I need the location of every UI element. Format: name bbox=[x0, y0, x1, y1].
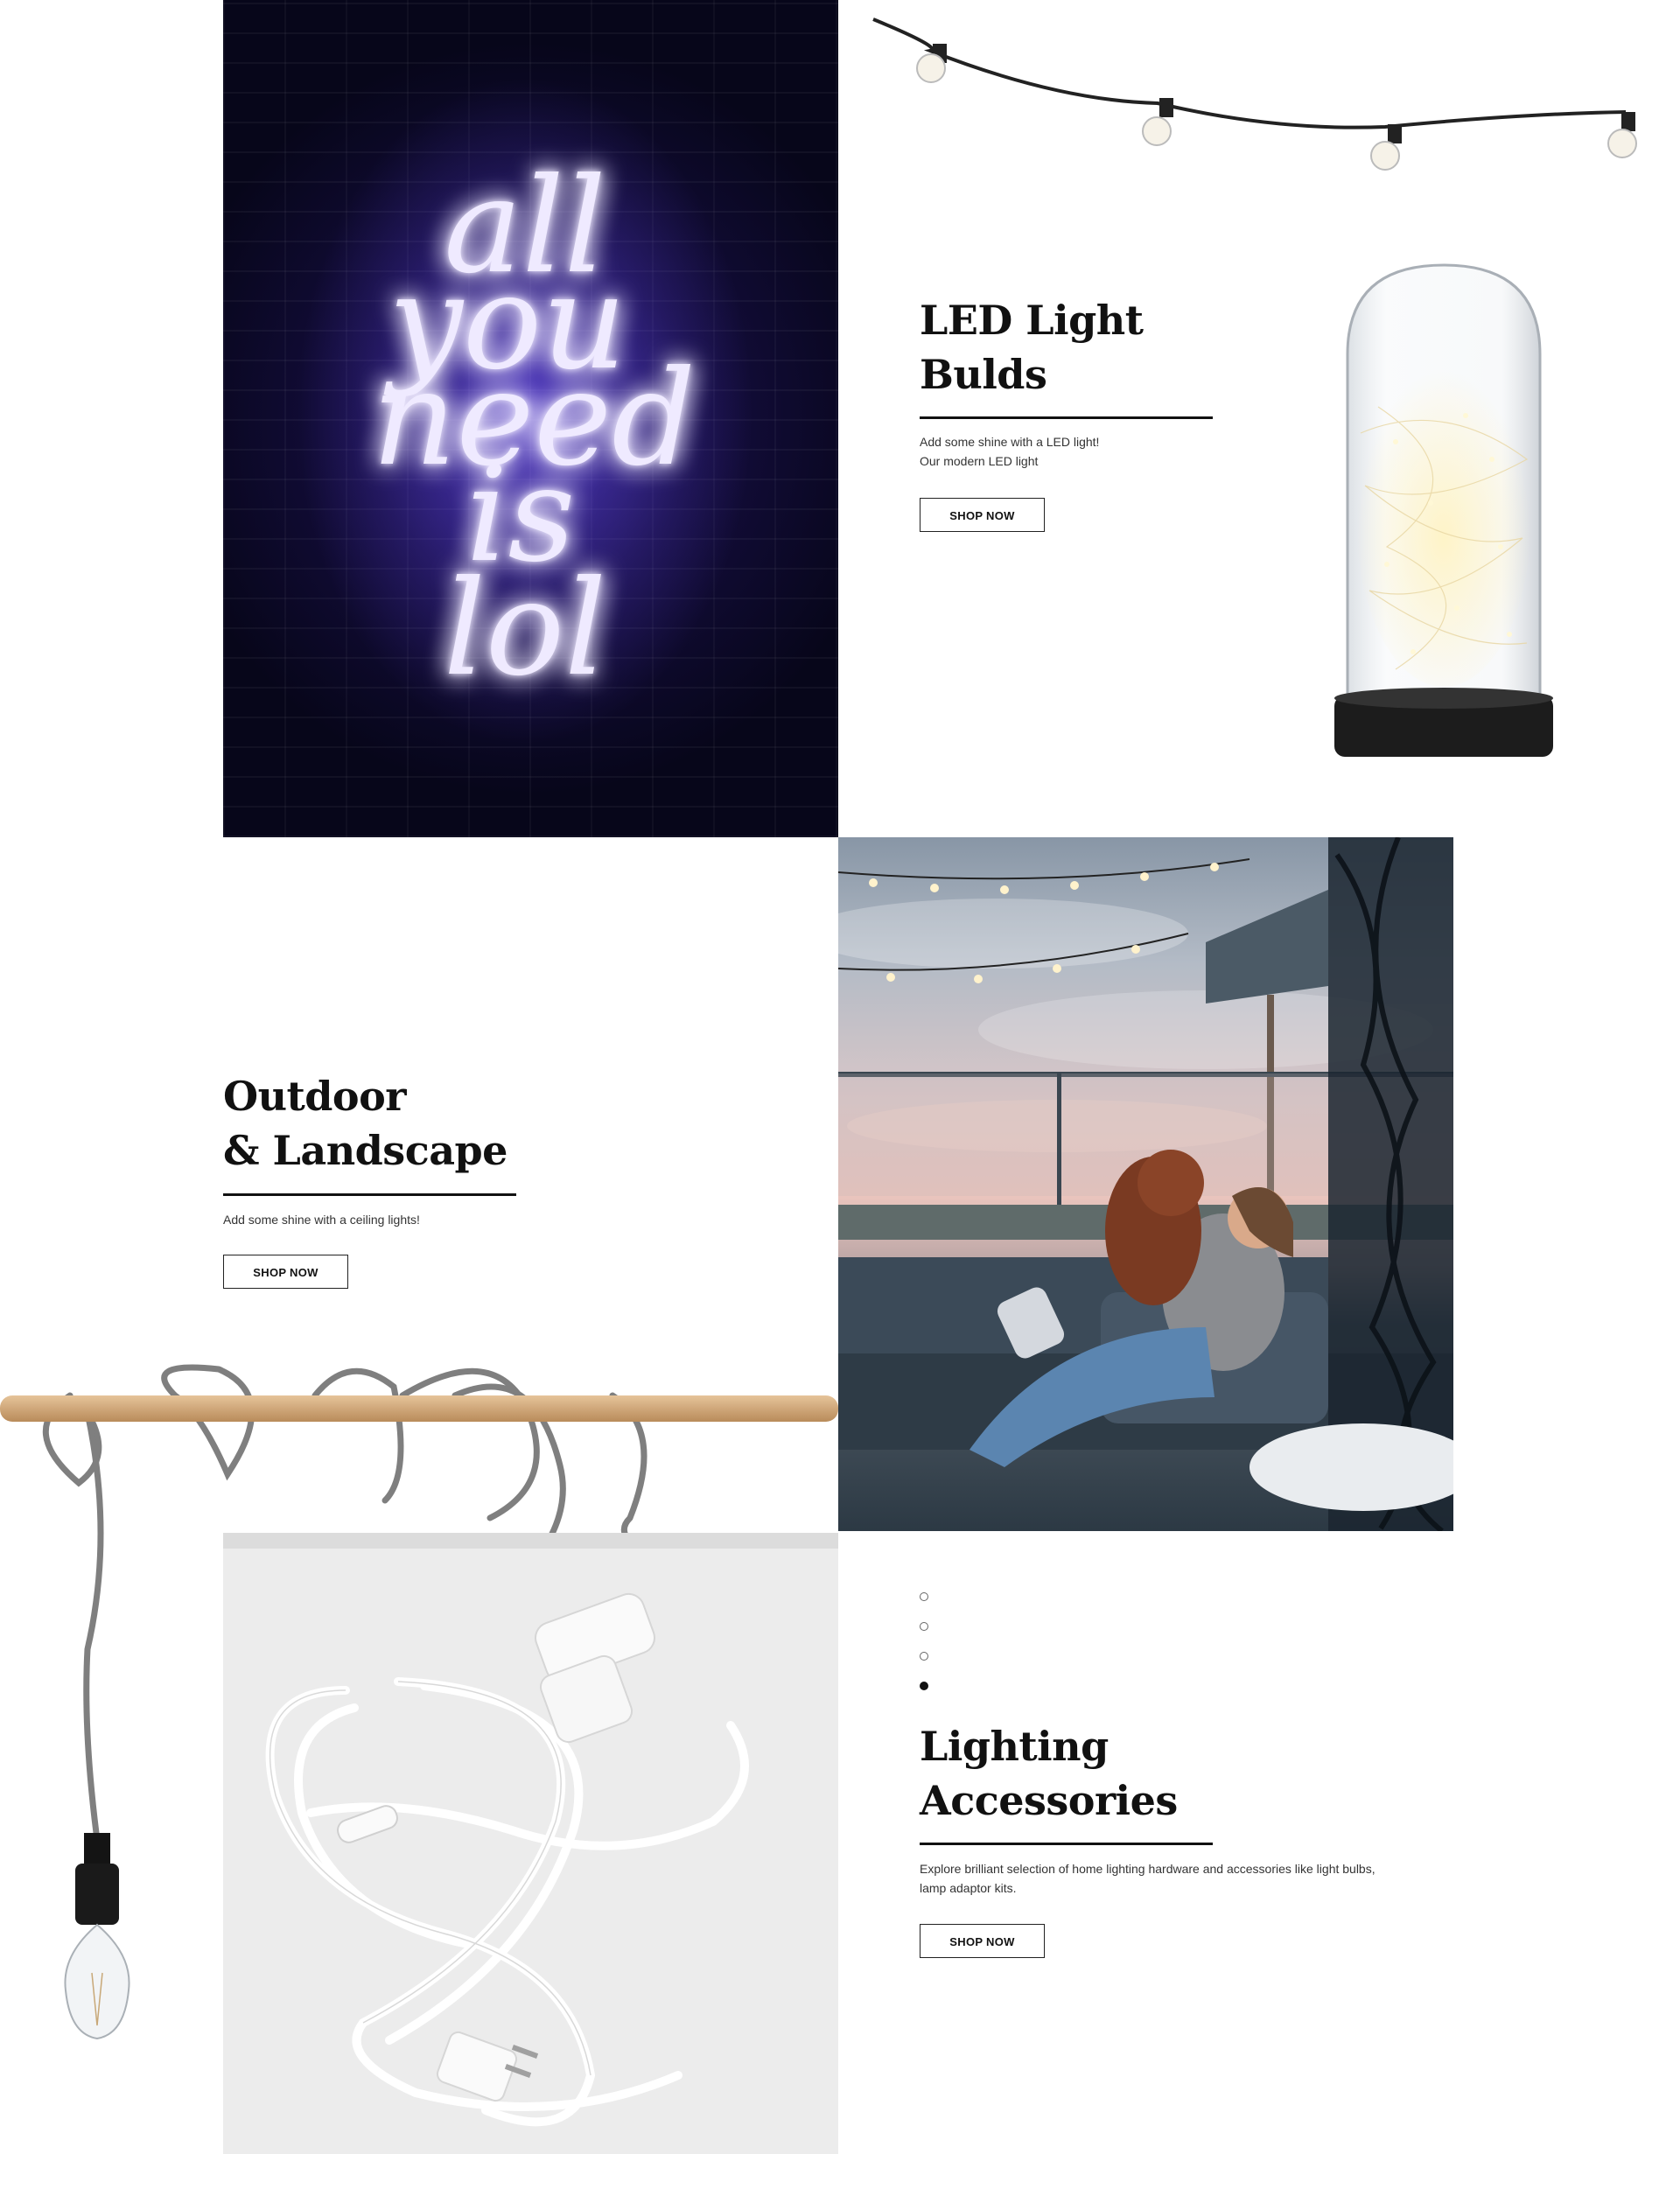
accessories-desc-line1: Explore brilliant selection of home ligh… bbox=[920, 1862, 1376, 1876]
outdoor-title: Outdoor & Landscape bbox=[223, 1069, 573, 1178]
outdoor-description: Add some shine with a ceiling lights! bbox=[223, 1210, 661, 1229]
neon-line-5: lol bbox=[444, 553, 606, 705]
outdoor-title-line2: & Landscape bbox=[223, 1127, 508, 1174]
accessories-title-line2: Accessories bbox=[920, 1777, 1178, 1824]
led-title-line1: LED Light bbox=[920, 297, 1144, 344]
led-title-line2: Bulds bbox=[920, 351, 1047, 398]
carousel-dot-1[interactable] bbox=[920, 1592, 928, 1601]
neon-text-graphic: all you need is lol bbox=[298, 79, 752, 744]
outdoor-desc-line1: Add some shine with a ceiling lights! bbox=[223, 1213, 420, 1227]
led-desc-line2: Our modern LED light bbox=[920, 454, 1039, 468]
led-description: Add some shine with a LED light! Our mod… bbox=[920, 432, 1357, 471]
accessories-divider bbox=[920, 1843, 1213, 1845]
outdoor-shop-now-button[interactable]: SHOP NOW bbox=[223, 1255, 348, 1289]
balcony-photo bbox=[838, 837, 1453, 1531]
accessories-title: Lighting Accessories bbox=[920, 1719, 1270, 1828]
led-divider bbox=[920, 416, 1213, 419]
led-section: LED Light Bulds bbox=[920, 293, 1270, 402]
outdoor-divider bbox=[223, 1193, 516, 1196]
carousel-dot-2[interactable] bbox=[920, 1622, 928, 1631]
accessories-title-line1: Lighting bbox=[920, 1723, 1109, 1770]
carousel-dot-4[interactable] bbox=[920, 1682, 928, 1690]
white-cord-product-image bbox=[223, 1533, 838, 2154]
outdoor-title-line1: Outdoor bbox=[223, 1073, 407, 1120]
accessories-section: Lighting Accessories bbox=[920, 1719, 1270, 1828]
outdoor-section: Outdoor & Landscape bbox=[223, 1069, 573, 1178]
glass-dome-lamp-image bbox=[1334, 263, 1553, 757]
neon-sign-image: all you need is lol bbox=[223, 0, 838, 837]
carousel-dot-3[interactable] bbox=[920, 1652, 928, 1661]
string-lights-image bbox=[872, 17, 1637, 171]
accessories-description: Explore brilliant selection of home ligh… bbox=[920, 1859, 1480, 1898]
led-desc-line1: Add some shine with a LED light! bbox=[920, 435, 1100, 449]
led-shop-now-button[interactable]: SHOP NOW bbox=[920, 498, 1045, 532]
accessories-shop-now-button[interactable]: SHOP NOW bbox=[920, 1924, 1045, 1958]
led-title: LED Light Bulds bbox=[920, 293, 1270, 402]
accessories-desc-line2: lamp adaptor kits. bbox=[920, 1881, 1017, 1895]
